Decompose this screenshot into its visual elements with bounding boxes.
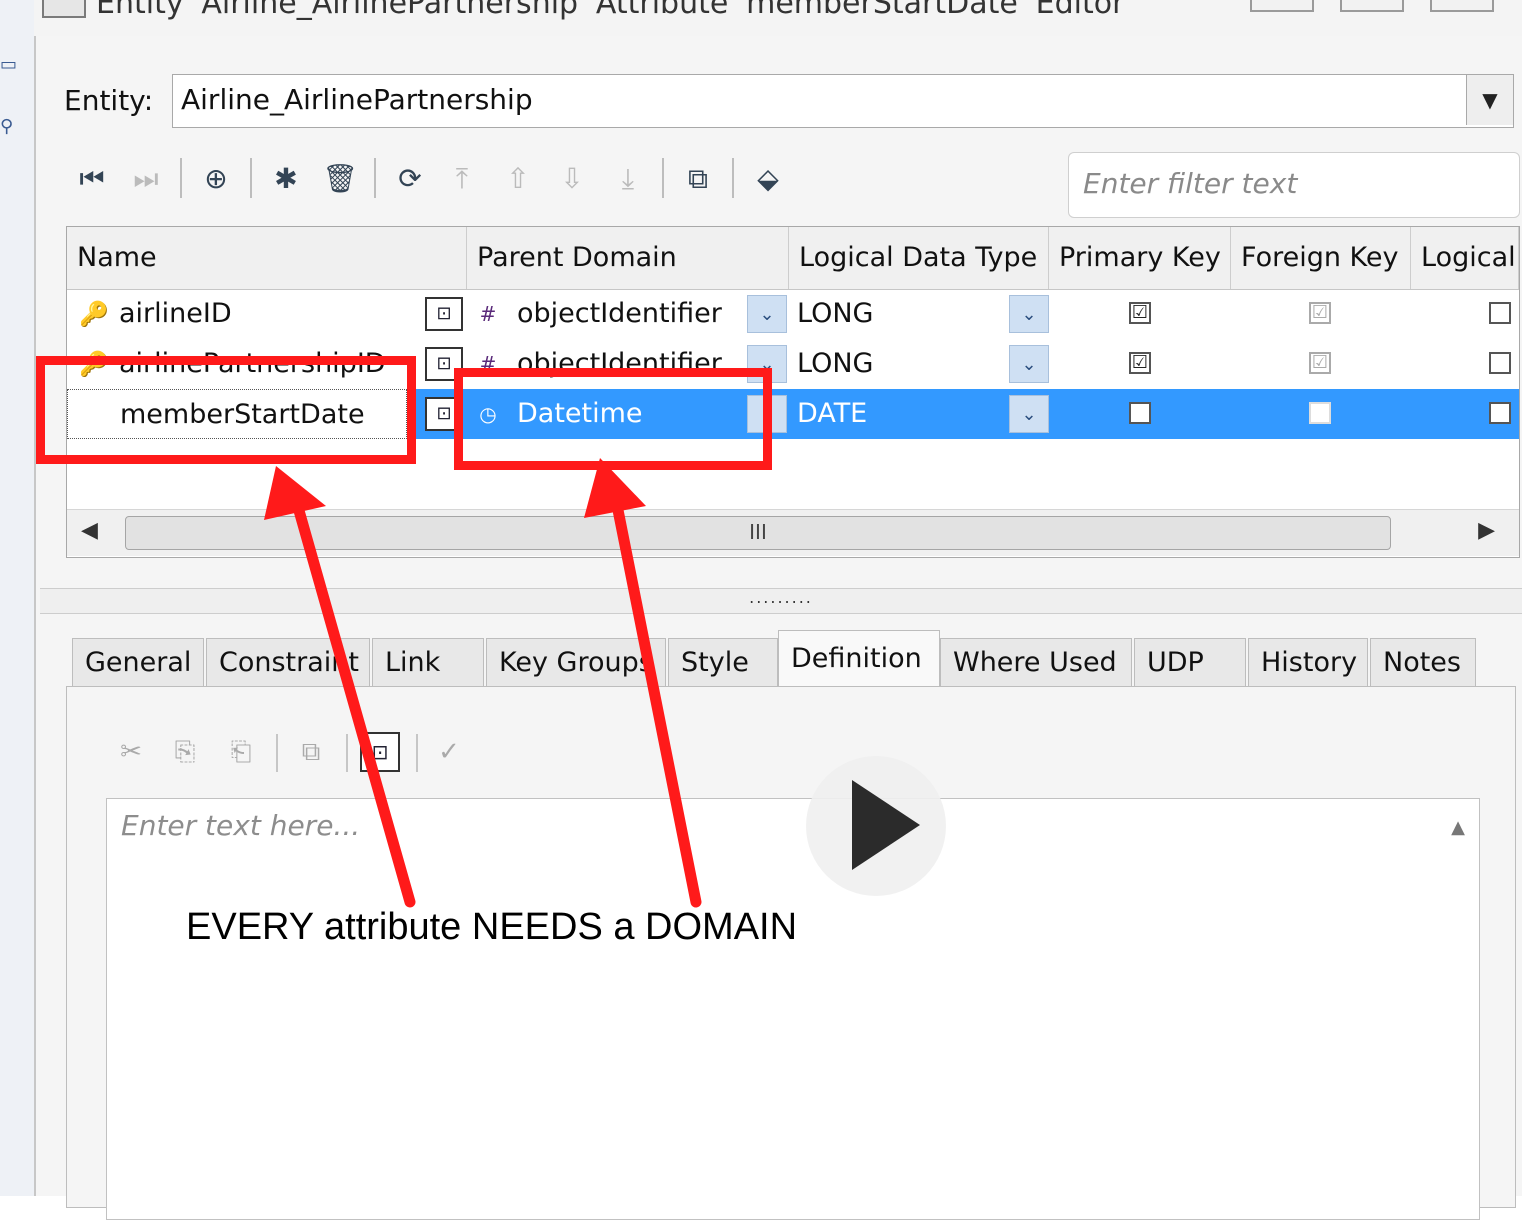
arrowhead-domain (584, 458, 646, 518)
annotation-arrow-domain (610, 494, 702, 908)
arrowhead-name (264, 466, 326, 520)
annotation-arrows (264, 458, 702, 908)
annotation-arrow-name (290, 494, 416, 908)
annotation-caption: EVERY attribute NEEDS a DOMAIN (186, 906, 798, 948)
